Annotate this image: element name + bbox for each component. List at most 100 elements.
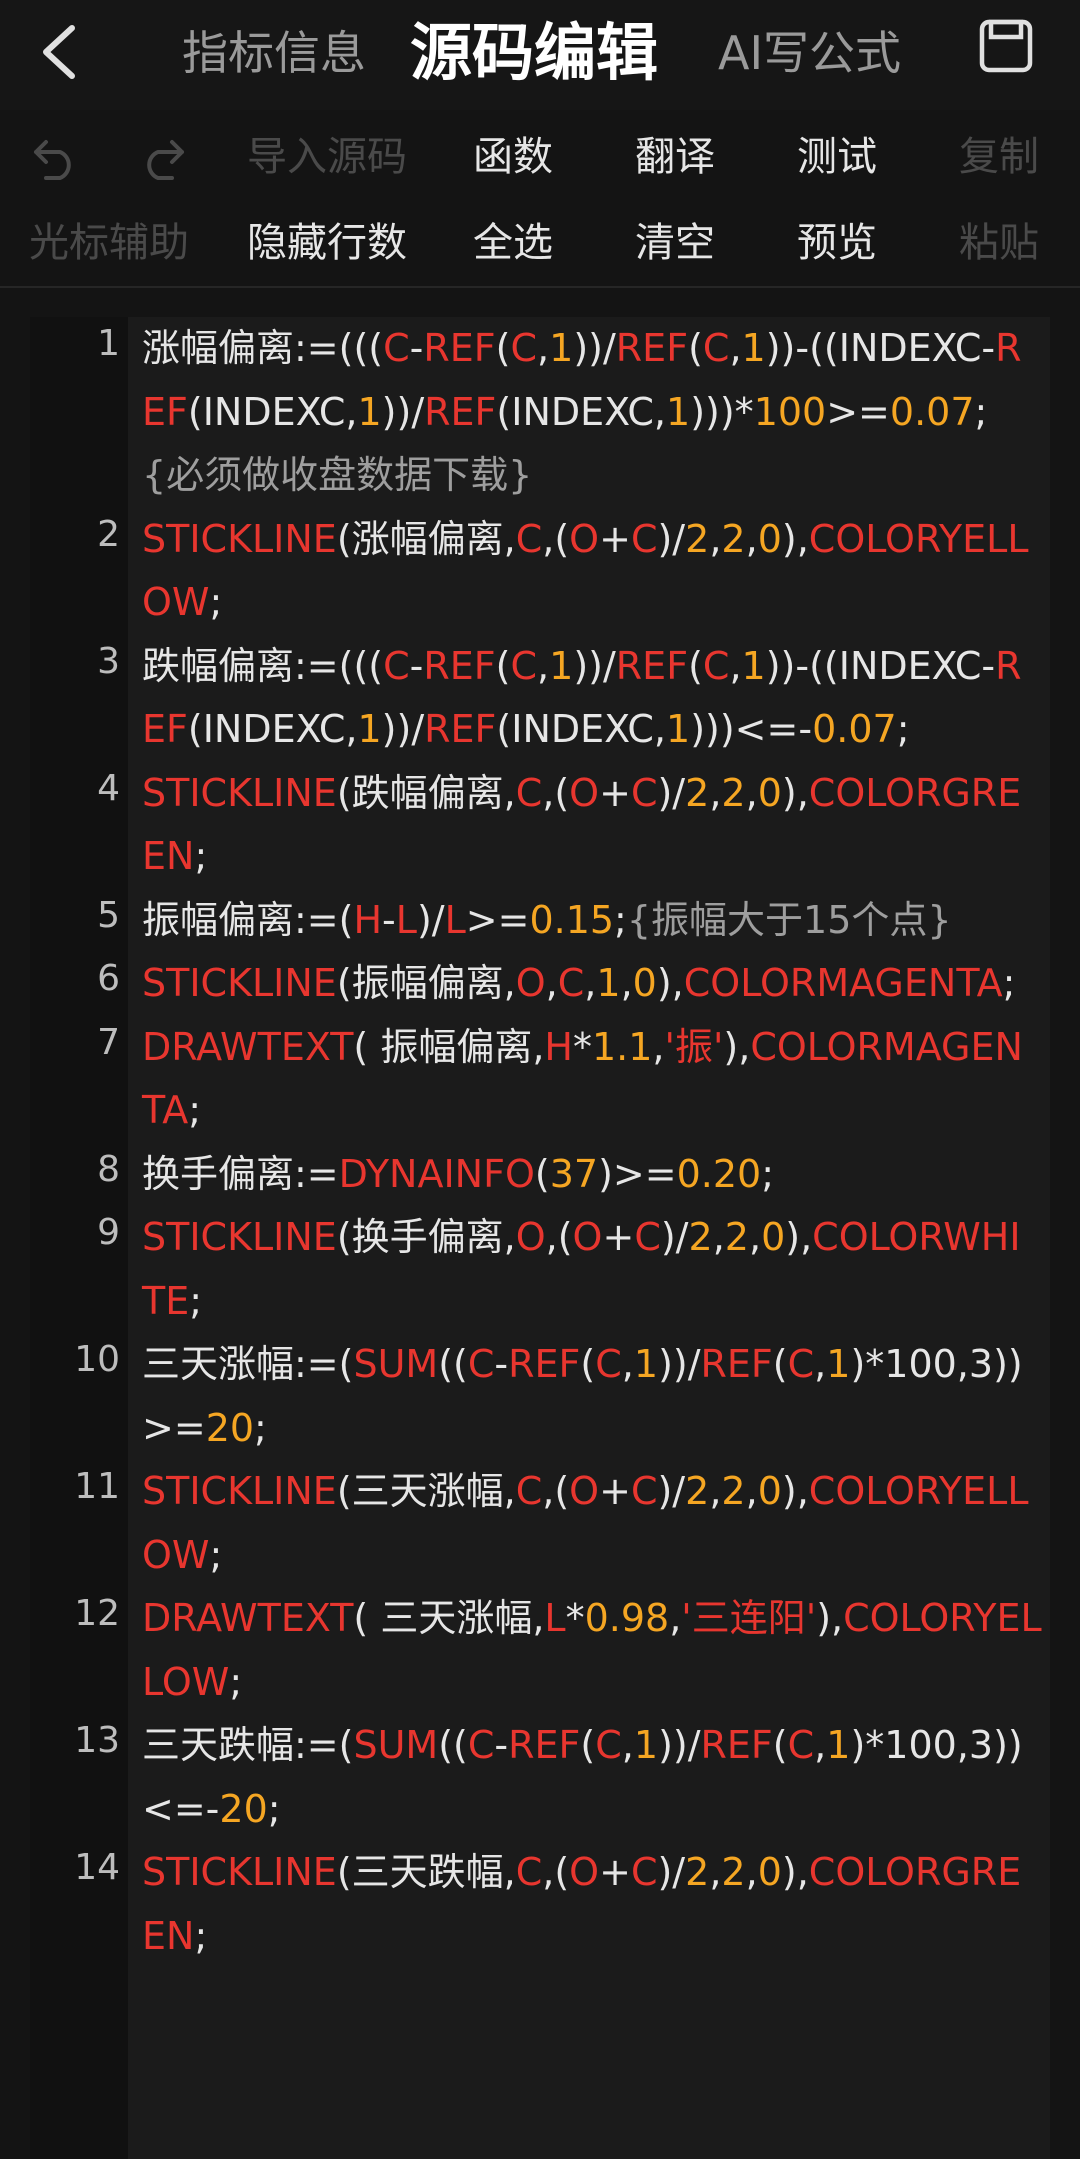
code-token: C bbox=[702, 643, 730, 688]
tab-ai-formula[interactable]: AI写公式 bbox=[718, 18, 901, 88]
code-token: ; bbox=[188, 1088, 202, 1132]
code-token: ), bbox=[785, 1215, 813, 1259]
code-token: 换手偏离:= bbox=[142, 1151, 339, 1196]
undo-icon[interactable] bbox=[32, 136, 78, 180]
code-token: + bbox=[602, 1215, 635, 1259]
tab-indicator-info[interactable]: 指标信息 bbox=[182, 18, 366, 88]
line-number: 8 bbox=[97, 1148, 120, 1190]
line-number: 14 bbox=[74, 1847, 120, 1888]
code-token: C bbox=[595, 1342, 622, 1386]
code-token: , bbox=[584, 961, 597, 1005]
code-token: , bbox=[709, 1469, 722, 1513]
copy-button[interactable]: 复制 bbox=[956, 116, 1042, 198]
paste-button[interactable]: 粘贴 bbox=[956, 202, 1042, 284]
code-token: - bbox=[409, 326, 424, 370]
code-text-area[interactable]: 1 涨幅偏离:=(((C-REF(C,1))/REF(C,1))-((INDEXC… bbox=[74, 317, 1042, 1968]
code-token: - bbox=[409, 643, 424, 688]
code-token: (振幅偏离, bbox=[336, 961, 516, 1005]
test-button[interactable]: 测试 bbox=[794, 116, 880, 198]
toolbar-row-2: 光标辅助 隐藏行数 全选 清空 预览 粘贴 bbox=[0, 202, 1080, 284]
code-token: ( bbox=[772, 1342, 788, 1386]
code-token: C bbox=[630, 770, 658, 815]
code-token: ( bbox=[688, 326, 703, 370]
code-token: C bbox=[510, 643, 538, 688]
save-icon[interactable] bbox=[978, 18, 1034, 74]
code-token: ; bbox=[209, 1532, 223, 1577]
preview-button[interactable]: 预览 bbox=[794, 202, 880, 284]
code-token: 2 bbox=[721, 516, 746, 561]
code-token: {振幅大于15个点} bbox=[626, 897, 952, 942]
code-token: O bbox=[569, 1850, 600, 1894]
code-editor[interactable]: 1 涨幅偏离:=(((C-REF(C,1))/REF(C,1))-((INDEXC… bbox=[30, 317, 1050, 2159]
code-token: 1 bbox=[633, 1342, 659, 1386]
code-token: C bbox=[595, 1723, 622, 1767]
code-token: )/ bbox=[416, 897, 445, 942]
code-token: )))<=- bbox=[690, 707, 813, 751]
code-line[interactable]: 11 STICKLINE(三天涨幅,C,(O+C)/2,2,0),COLORYEL… bbox=[74, 1460, 1042, 1587]
code-token: , bbox=[814, 1723, 827, 1767]
translate-button[interactable]: 翻译 bbox=[632, 116, 718, 198]
code-token: 1.1 bbox=[591, 1024, 653, 1069]
code-token: 1 bbox=[357, 707, 382, 751]
function-button[interactable]: 函数 bbox=[470, 116, 556, 198]
code-token: - bbox=[494, 1342, 509, 1386]
select-all-button[interactable]: 全选 bbox=[470, 202, 556, 284]
code-token: 跌幅偏离:=((( bbox=[142, 643, 384, 688]
code-token: 1 bbox=[633, 1723, 659, 1767]
code-token: REF bbox=[424, 707, 497, 751]
code-token: REF bbox=[423, 643, 496, 688]
code-line[interactable]: 13 三天跌幅:=(SUM((C-REF(C,1))/REF(C,1)*100,3… bbox=[74, 1714, 1042, 1841]
chevron-left-icon[interactable] bbox=[34, 22, 84, 82]
code-token: , bbox=[545, 961, 558, 1005]
line-number: 7 bbox=[97, 1021, 120, 1063]
code-token: ))/ bbox=[658, 1342, 701, 1386]
code-token: 2 bbox=[721, 1469, 746, 1513]
code-line[interactable]: 3 跌幅偏离:=(((C-REF(C,1))/REF(C,1))-((INDEXC… bbox=[97, 635, 1042, 762]
code-token: 0 bbox=[757, 1469, 782, 1513]
code-token: C bbox=[383, 326, 410, 370]
code-token: {必须做收盘数据下载} bbox=[142, 453, 533, 497]
code-token: 37 bbox=[549, 1151, 599, 1196]
code-token: 0.15 bbox=[529, 897, 615, 942]
code-token: 100 bbox=[753, 389, 827, 434]
hide-line-numbers-button[interactable]: 隐藏行数 bbox=[244, 202, 410, 284]
code-token: 2 bbox=[685, 516, 710, 561]
code-line[interactable]: 14 STICKLINE(三天跌幅,C,(O+C)/2,2,0),COLORGRE… bbox=[74, 1841, 1042, 1968]
code-token: + bbox=[599, 1469, 631, 1513]
code-line[interactable]: 10 三天涨幅:=(SUM((C-REF(C,1))/REF(C,1)*100,3… bbox=[74, 1333, 1042, 1460]
code-token: (( bbox=[438, 1723, 468, 1767]
code-line[interactable]: 4 STICKLINE(跌幅偏离,C,(O+C)/2,2,0),COLORGREE… bbox=[97, 762, 1042, 889]
code-token: C bbox=[510, 326, 538, 370]
code-token: , bbox=[537, 643, 550, 688]
code-token: 1 bbox=[826, 1342, 851, 1386]
code-token: (INDEXC, bbox=[496, 389, 667, 434]
clear-button[interactable]: 清空 bbox=[632, 202, 718, 284]
code-token: ; bbox=[229, 1659, 243, 1704]
import-source-button[interactable]: 导入源码 bbox=[244, 116, 410, 198]
code-token: O bbox=[569, 516, 600, 561]
code-line[interactable]: 12 DRAWTEXT( 三天涨幅,L*0.98,'三连阳'),COLORYELL… bbox=[74, 1587, 1042, 1714]
code-token: , bbox=[712, 1215, 725, 1259]
code-line[interactable]: 2 STICKLINE(涨幅偏离,C,(O+C)/2,2,0),COLORYELL… bbox=[97, 508, 1042, 635]
code-line[interactable]: 5 振幅偏离:=(H-L)/L>=0.15;{振幅大于15个点} bbox=[97, 889, 1042, 953]
code-line[interactable]: 8 换手偏离:=DYNAINFO(37)>=0.20; bbox=[97, 1143, 1042, 1207]
tab-source-edit[interactable]: 源码编辑 bbox=[410, 18, 658, 88]
code-token: C bbox=[630, 1850, 658, 1894]
code-token: ), bbox=[781, 516, 809, 561]
code-line[interactable]: 1 涨幅偏离:=(((C-REF(C,1))/REF(C,1))-((INDEXC… bbox=[97, 317, 1042, 508]
code-token: C bbox=[557, 961, 585, 1005]
code-token: O bbox=[569, 770, 600, 815]
code-token: O bbox=[572, 1215, 603, 1259]
code-token: SUM bbox=[353, 1723, 439, 1767]
code-token: C bbox=[515, 1850, 543, 1894]
code-token: ; bbox=[194, 1913, 208, 1958]
line-number: 3 bbox=[97, 640, 120, 682]
code-token: 0 bbox=[757, 1850, 782, 1894]
code-line[interactable]: 6 STICKLINE(振幅偏离,O,C,1,0),COLORMAGENTA; bbox=[97, 952, 1042, 1016]
code-line[interactable]: 9 STICKLINE(换手偏离,O,(O+C)/2,2,0),COLORWHIT… bbox=[97, 1206, 1042, 1333]
redo-icon[interactable] bbox=[140, 136, 186, 180]
cursor-assist-button[interactable]: 光标辅助 bbox=[26, 202, 192, 284]
code-token: - bbox=[382, 897, 396, 942]
code-line[interactable]: 7 DRAWTEXT( 振幅偏离,H*1.1,'振'),COLORMAGENTA; bbox=[97, 1016, 1042, 1143]
code-token: + bbox=[599, 1850, 631, 1894]
